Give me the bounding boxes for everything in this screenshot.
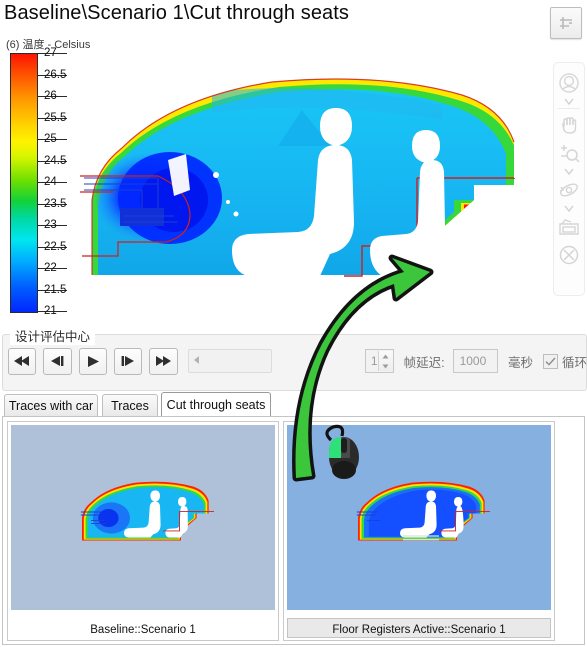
play-icon [87,355,99,367]
view-tools-toolbar[interactable] [553,62,585,296]
loop-checkbox-group[interactable]: 循环 [543,352,587,371]
frame-delay-input[interactable]: 1000 [452,349,498,373]
tab-traces[interactable]: Traces [102,394,158,416]
view-orientation-button[interactable] [550,7,582,39]
frame-delay-unit-label: 毫秒 [508,355,534,370]
close-circle-icon[interactable] [555,241,583,269]
camera-snapshot-icon[interactable] [555,213,583,241]
stepper-up-icon [382,354,389,358]
colorbar-tick-label: 21 [44,305,57,317]
checkmark-icon [545,356,556,366]
scroll-left-arrow-icon[interactable] [193,352,201,370]
skip-to-end-icon [156,356,172,366]
colorbar-tick-label: 24 [44,176,57,188]
frame-number-value[interactable]: 1 [366,354,378,368]
thumbnail-baseline-caption: Baseline::Scenario 1 [90,624,196,636]
thermal-contour-plot [62,50,532,320]
color-legend: 27 26.5 26 25.5 25 24.5 24 23.5 23 22.5 22 21.5 21 [10,47,67,317]
loop-checkbox[interactable] [543,353,559,369]
skip-to-end-button[interactable] [149,347,178,375]
orbit-rotate-icon[interactable] [555,176,583,204]
thumbnail-floor-registers-caption: Floor Registers Active::Scenario 1 [332,624,506,636]
view-orientation-icon [560,17,572,29]
color-legend-gradient [10,53,38,313]
stepper-buttons[interactable] [377,351,393,371]
view-tabs[interactable]: Traces with car Traces Cut through seats [2,392,585,416]
skip-to-start-button[interactable] [8,347,37,375]
hand-pan-icon[interactable] [555,111,583,139]
tab-label: Cut through seats [166,397,266,412]
application-window: Baseline\Scenario 1\Cut through seats (6… [0,0,587,647]
tab-label: Traces [111,398,149,413]
colorbar-tick-label: 25 [44,133,57,145]
step-forward-button[interactable] [113,347,143,375]
play-button[interactable] [78,347,107,375]
thumbnail-baseline[interactable]: Baseline::Scenario 1 [7,421,279,641]
stepper-down-icon [382,364,389,368]
timeline-scrollbar[interactable] [187,349,272,373]
skip-to-start-icon [14,356,30,366]
chevron-down-icon[interactable] [555,204,583,213]
colorbar-tick-label: 22 [44,262,57,274]
frame-delay-value: 1000 [459,354,487,368]
thumbnail-baseline-preview[interactable] [11,425,275,610]
zoom-in-out-icon[interactable] [555,139,583,167]
tab-cut-through-seats[interactable]: Cut through seats [161,392,271,416]
page-title: Baseline\Scenario 1\Cut through seats [4,2,350,24]
step-back-icon [51,356,64,366]
view-sphere-icon[interactable] [555,69,583,97]
toolbar-divider [558,108,580,109]
chevron-down-icon[interactable] [555,97,583,106]
scenario-thumbnail-panel: Baseline::Scenario 1 Floor Registers Act… [2,416,585,645]
thumbnail-floor-registers-preview[interactable] [287,425,551,610]
tab-traces-with-car[interactable]: Traces with car [4,394,98,416]
results-viewport[interactable]: (6) 温度 - Celsius 27 26.5 26 25.5 25 24.5 24 23.… [0,30,546,327]
thumbnail-floor-registers[interactable]: Floor Registers Active::Scenario 1 [283,421,555,641]
colorbar-tick-label: 23 [44,219,57,231]
playback-controls: 1 帧延迟: 1000 毫秒 循环 [0,336,587,386]
loop-label: 循环 [562,355,587,370]
tab-label: Traces with car [8,398,94,413]
colorbar-tick-label: 26 [44,90,57,102]
colorbar-tick-label: 27 [44,47,57,59]
frame-number-stepper[interactable]: 1 [364,349,394,373]
step-forward-icon [121,356,135,366]
chevron-down-icon[interactable] [555,167,583,176]
step-back-button[interactable] [43,347,72,375]
frame-delay-label: 帧延迟: [403,355,445,370]
